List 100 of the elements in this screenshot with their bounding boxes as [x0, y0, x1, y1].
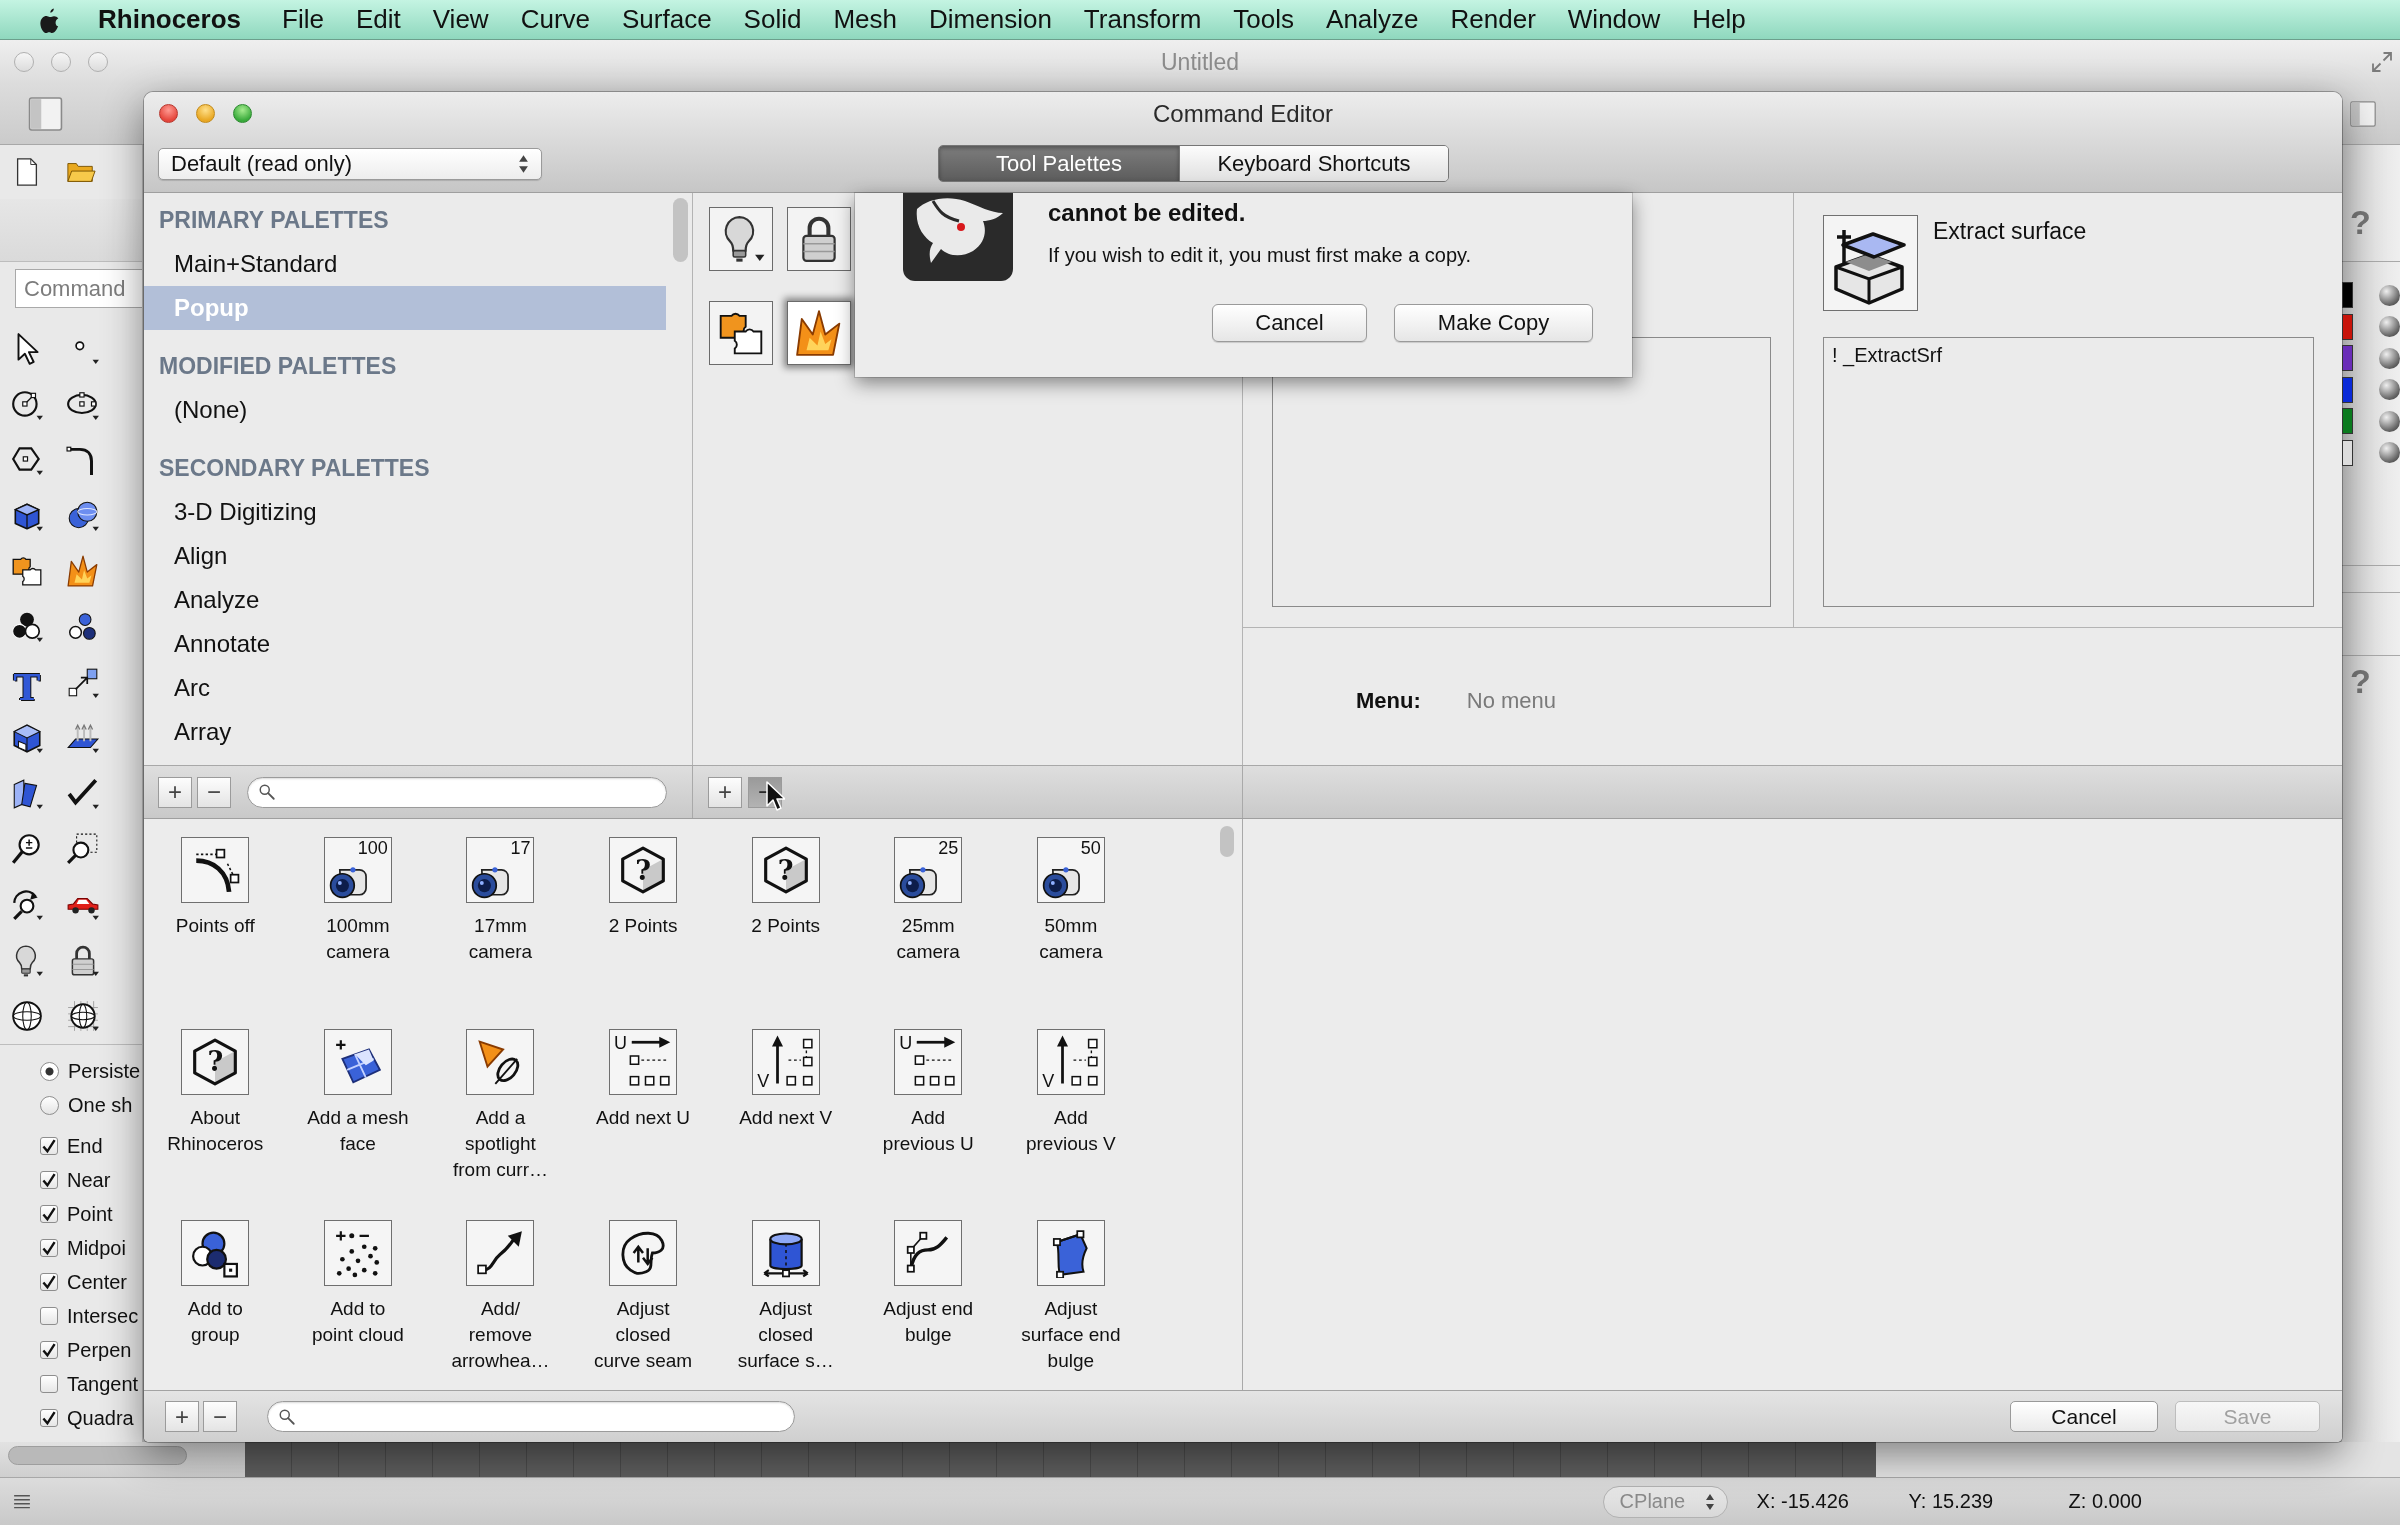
- close-button[interactable]: [159, 104, 178, 123]
- make-copy-button[interactable]: Make Copy: [1394, 304, 1593, 342]
- tool-button[interactable]: 50: [1036, 837, 1105, 903]
- tool-button[interactable]: U: [894, 1028, 963, 1095]
- add-button[interactable]: +: [158, 776, 192, 808]
- list-item[interactable]: Annotate: [144, 622, 666, 666]
- search-field[interactable]: [247, 776, 667, 808]
- fullscreen-icon[interactable]: [2370, 50, 2394, 74]
- menu-item[interactable]: View: [432, 4, 489, 35]
- tool-button[interactable]: ?: [181, 1028, 250, 1095]
- menu-icon[interactable]: [12, 1492, 32, 1511]
- tool-button[interactable]: [787, 301, 851, 365]
- tool-button[interactable]: [181, 837, 250, 903]
- tool-button[interactable]: ?: [751, 837, 820, 903]
- macro-field[interactable]: ! _ExtractSrf: [1823, 337, 2314, 607]
- list-item[interactable]: Arc: [144, 666, 666, 710]
- layer-color-swatch[interactable]: [2342, 345, 2353, 371]
- tool-button[interactable]: [466, 1028, 535, 1095]
- checkbox[interactable]: [40, 1307, 58, 1326]
- tool-button[interactable]: [323, 1028, 392, 1095]
- command-field[interactable]: Command: [15, 269, 142, 308]
- tool-button[interactable]: 25: [894, 837, 963, 903]
- add-button[interactable]: +: [165, 1401, 199, 1432]
- tool-button[interactable]: [751, 1220, 820, 1286]
- layer-color-swatch[interactable]: [2342, 439, 2353, 466]
- checkbox[interactable]: [40, 1137, 58, 1156]
- layer-color-swatch[interactable]: [2342, 313, 2353, 340]
- scrollbar-thumb[interactable]: [1220, 826, 1234, 857]
- checkmark-icon[interactable]: [66, 776, 100, 811]
- tool-button[interactable]: [466, 1220, 535, 1286]
- tool-button[interactable]: [709, 207, 773, 271]
- option-label: Persiste: [68, 1059, 141, 1083]
- scrollbar-thumb[interactable]: [673, 198, 688, 262]
- checkbox[interactable]: [40, 1205, 58, 1224]
- radio-button[interactable]: [40, 1061, 59, 1081]
- menu-item[interactable]: Edit: [355, 4, 401, 35]
- menu-item[interactable]: Help: [1692, 4, 1746, 35]
- checkbox[interactable]: [40, 1171, 58, 1190]
- menu-item[interactable]: Render: [1450, 4, 1536, 35]
- menu-item[interactable]: Solid: [743, 4, 802, 35]
- palette-set-popup[interactable]: Default (read only): [158, 147, 542, 180]
- tool-button[interactable]: [894, 1220, 963, 1286]
- wireframe-sphere-icon[interactable]: [10, 999, 44, 1034]
- checkbox[interactable]: [40, 1273, 58, 1292]
- sidebar-icon[interactable]: [2350, 99, 2376, 129]
- menu-item[interactable]: Window: [1567, 4, 1661, 35]
- list-item[interactable]: (None): [144, 388, 666, 432]
- zoom-button[interactable]: [233, 104, 252, 123]
- menu-item[interactable]: Surface: [622, 4, 712, 35]
- tool-button[interactable]: [323, 1220, 392, 1286]
- menu-item[interactable]: Dimension: [929, 4, 1052, 35]
- list-item[interactable]: Analyze: [144, 578, 666, 622]
- tool-button[interactable]: [787, 207, 851, 271]
- list-item[interactable]: 3-D Digitizing: [144, 490, 666, 534]
- section-heading: PRIMARY PALETTES: [158, 206, 390, 235]
- menu-item[interactable]: Curve: [520, 4, 590, 35]
- tool-button[interactable]: U: [609, 1028, 678, 1095]
- burst-icon[interactable]: [66, 554, 100, 589]
- menu-item[interactable]: File: [282, 4, 324, 35]
- tool-button[interactable]: V: [1036, 1028, 1105, 1095]
- cancel-button[interactable]: Cancel: [2010, 1401, 2158, 1432]
- plane-arrows-icon[interactable]: [66, 721, 100, 756]
- remove-button[interactable]: −: [203, 1401, 237, 1432]
- text-tool-glyph[interactable]: T: [10, 665, 44, 700]
- checkbox[interactable]: [40, 1341, 58, 1360]
- cancel-button[interactable]: Cancel: [1212, 304, 1367, 342]
- tool-button[interactable]: V: [751, 1028, 820, 1095]
- layer-color-swatch[interactable]: [2342, 408, 2353, 434]
- checkbox[interactable]: [40, 1375, 58, 1394]
- tool-button[interactable]: [609, 1220, 678, 1286]
- menu-item[interactable]: Mesh: [833, 4, 897, 35]
- tool-button[interactable]: [181, 1220, 250, 1286]
- list-item[interactable]: Align: [144, 534, 666, 578]
- list-item[interactable]: Main+Standard: [144, 242, 666, 286]
- menu-item[interactable]: Tools: [1233, 4, 1295, 35]
- remove-button[interactable]: −: [197, 776, 231, 808]
- rotate-view-icon[interactable]: [10, 887, 44, 922]
- search-field[interactable]: [267, 1401, 795, 1432]
- grid-sphere-icon[interactable]: [66, 999, 100, 1034]
- scrollbar-thumb[interactable]: [8, 1446, 187, 1465]
- menu-item[interactable]: Transform: [1083, 4, 1202, 35]
- checkbox[interactable]: [40, 1239, 58, 1258]
- tool-label: Adjust surface end bulge: [1021, 1297, 1121, 1373]
- tab[interactable]: Keyboard Shortcuts: [1180, 146, 1448, 181]
- menu-item[interactable]: Analyze: [1326, 4, 1419, 35]
- radio-button[interactable]: [40, 1095, 59, 1115]
- zoom-window-icon[interactable]: [66, 832, 100, 867]
- layer-color-swatch[interactable]: [2342, 376, 2353, 403]
- tool-button[interactable]: 100: [323, 837, 392, 903]
- layer-color-swatch[interactable]: [2342, 282, 2353, 308]
- tool-button[interactable]: ?: [609, 837, 678, 903]
- list-item[interactable]: Array: [144, 710, 666, 754]
- checkbox[interactable]: [40, 1409, 58, 1428]
- tool-button[interactable]: [709, 301, 773, 365]
- tab[interactable]: Tool Palettes: [939, 146, 1180, 181]
- app-menu[interactable]: Rhinoceros: [98, 4, 242, 35]
- add-button[interactable]: +: [708, 776, 742, 808]
- tool-button[interactable]: [1036, 1220, 1105, 1286]
- tool-button[interactable]: 17: [466, 837, 535, 903]
- sidebar-icon[interactable]: [27, 97, 64, 131]
